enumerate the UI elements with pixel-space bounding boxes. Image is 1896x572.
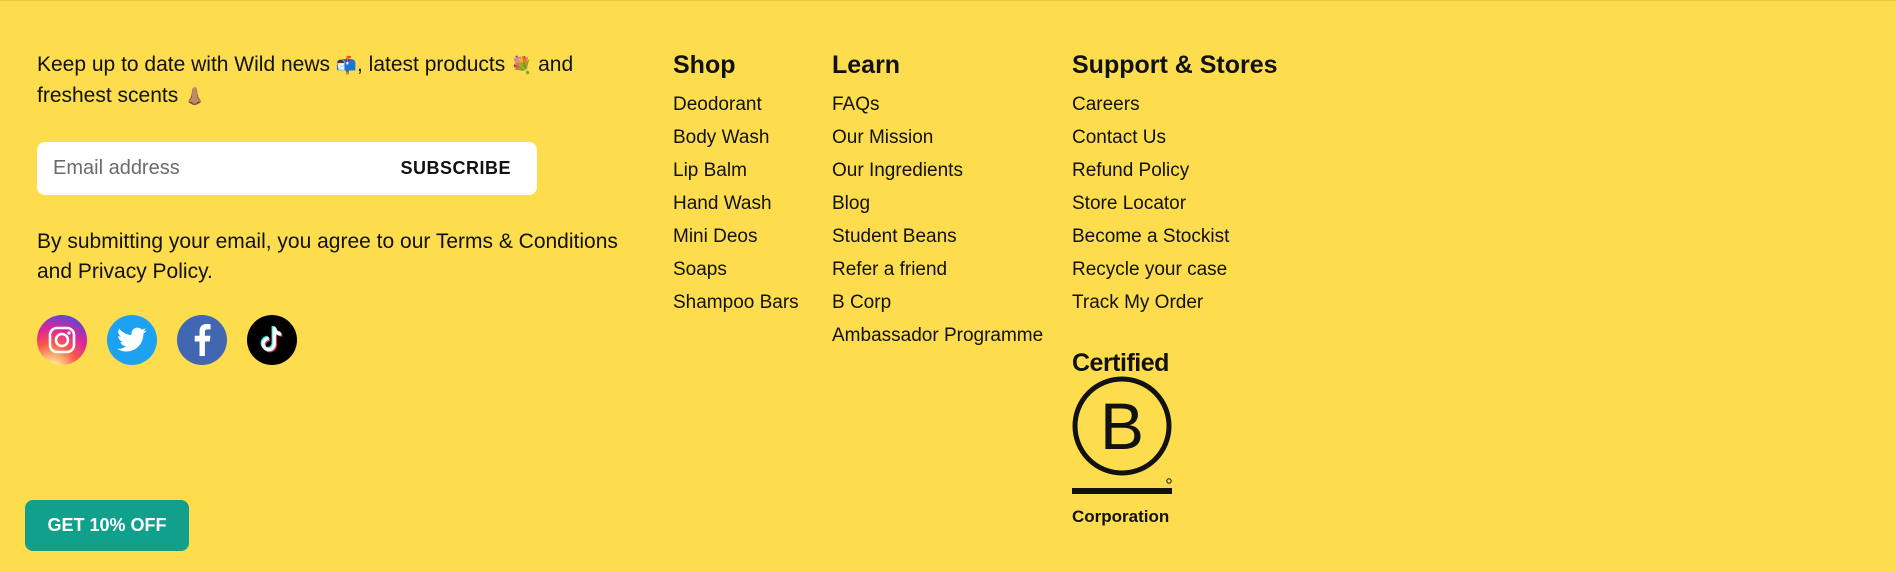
shop-link-shampoo-bars[interactable]: Shampoo Bars (673, 292, 799, 313)
mailbox-icon: 📬 (335, 56, 358, 76)
support-link-recycle-your-case[interactable]: Recycle your case (1072, 259, 1227, 280)
learn-link-faqs[interactable]: FAQs (832, 94, 880, 115)
bcorp-corporation-text: Corporation (1072, 507, 1170, 526)
shop-link-soaps[interactable]: Soaps (673, 259, 727, 280)
shop-link-hand-wash[interactable]: Hand Wash (673, 193, 772, 214)
shop-link-deodorant[interactable]: Deodorant (673, 94, 762, 115)
learn-link-refer-a-friend[interactable]: Refer a friend (832, 259, 947, 280)
facebook-icon[interactable] (177, 315, 227, 365)
shop-link-mini-deos[interactable]: Mini Deos (673, 226, 757, 247)
social-links (37, 315, 637, 365)
newsletter-intro: Keep up to date with Wild news 📬, latest… (37, 50, 637, 112)
nose-icon: 👃🏽 (184, 87, 206, 107)
tiktok-icon[interactable] (247, 315, 297, 365)
learn-link-blog[interactable]: Blog (832, 193, 870, 214)
learn-heading: Learn (832, 51, 901, 79)
email-field[interactable] (51, 156, 389, 181)
learn-link-our-mission[interactable]: Our Mission (832, 127, 933, 148)
support-link-track-my-order[interactable]: Track My Order (1072, 292, 1203, 313)
get-discount-button[interactable]: GET 10% OFF (25, 500, 189, 551)
learn-link-b-corp[interactable]: B Corp (832, 292, 891, 313)
top-border (0, 0, 1896, 1)
instagram-icon[interactable] (37, 315, 87, 365)
support-heading: Support & Stores (1072, 51, 1278, 79)
support-link-contact-us[interactable]: Contact Us (1072, 127, 1166, 148)
learn-link-ambassador-programme[interactable]: Ambassador Programme (832, 325, 1043, 346)
consent-text: By submitting your email, you agree to o… (37, 230, 618, 283)
support-column: Support & Stores Careers Contact Us Refu… (1072, 50, 1278, 319)
support-link-become-a-stockist[interactable]: Become a Stockist (1072, 226, 1229, 247)
bcorp-certified-text: Certified (1072, 349, 1169, 377)
support-link-store-locator[interactable]: Store Locator (1072, 193, 1186, 214)
shop-link-lip-balm[interactable]: Lip Balm (673, 160, 747, 181)
intro-text-2: , latest products (357, 53, 506, 76)
bcorp-b-letter: B (1100, 389, 1144, 463)
subscribe-button[interactable]: SUBSCRIBE (388, 158, 523, 179)
support-link-refund-policy[interactable]: Refund Policy (1072, 160, 1189, 181)
learn-link-our-ingredients[interactable]: Our Ingredients (832, 160, 963, 181)
learn-column: Learn FAQs Our Mission Our Ingredients B… (832, 50, 1043, 352)
shop-heading: Shop (673, 51, 736, 79)
shop-column: Shop Deodorant Body Wash Lip Balm Hand W… (673, 50, 799, 319)
bcorp-logo: Certified B Corporation (1072, 350, 1176, 527)
bcorp-b-mark: B (1072, 376, 1172, 494)
shop-link-body-wash[interactable]: Body Wash (673, 127, 769, 148)
twitter-icon[interactable] (107, 315, 157, 365)
subscribe-form: SUBSCRIBE (37, 142, 537, 195)
support-link-careers[interactable]: Careers (1072, 94, 1140, 115)
newsletter-section: Keep up to date with Wild news 📬, latest… (37, 50, 637, 365)
learn-link-student-beans[interactable]: Student Beans (832, 226, 957, 247)
bouquet-icon: 💐 (511, 56, 533, 76)
intro-text-1: Keep up to date with Wild news (37, 53, 330, 76)
